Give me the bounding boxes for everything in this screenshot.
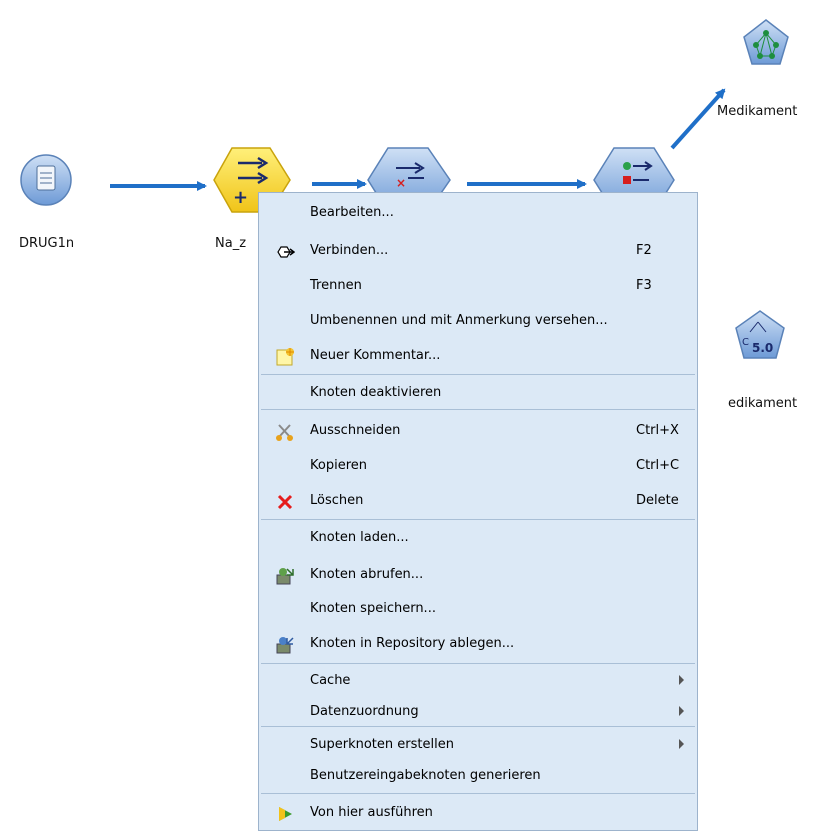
svg-text:C: C: [742, 337, 749, 348]
menu-separator: [261, 519, 695, 520]
run-icon: [275, 804, 295, 824]
menu-item-label: Von hier ausführen: [310, 805, 433, 820]
menu-item-label: Knoten in Repository ablegen...: [310, 636, 515, 651]
delete-icon: [275, 492, 295, 512]
menu-item-label: Benutzereingabeknoten generieren: [310, 768, 541, 783]
menu-item-edit[interactable]: Bearbeiten...: [259, 196, 697, 230]
connection-arrow: [670, 88, 726, 150]
menu-item-label: Ausschneiden: [310, 423, 401, 438]
model-bottom-label: edikament: [728, 396, 798, 411]
menu-item-label: Superknoten erstellen: [310, 737, 454, 752]
menu-item-retrieve-node[interactable]: Knoten abrufen...: [259, 558, 697, 592]
menu-item-copy[interactable]: Kopieren Ctrl+C: [259, 449, 697, 483]
menu-item-label: Cache: [310, 673, 351, 688]
menu-separator: [261, 793, 695, 794]
svg-text:×: ×: [396, 176, 406, 190]
context-menu: Bearbeiten... Verbinden... F2 Trennen F3…: [258, 192, 698, 831]
retrieve-icon: [275, 566, 295, 586]
menu-item-load-node[interactable]: Knoten laden...: [259, 521, 697, 555]
menu-item-label: Bearbeiten...: [310, 205, 394, 220]
scissors-icon: [275, 422, 295, 442]
menu-separator: [261, 374, 695, 375]
menu-item-label: Neuer Kommentar...: [310, 348, 441, 363]
menu-item-connect[interactable]: Verbinden... F2: [259, 234, 697, 268]
menu-item-label: Kopieren: [310, 458, 367, 473]
menu-item-shortcut: F2: [636, 243, 652, 258]
menu-item-label: Knoten deaktivieren: [310, 385, 442, 400]
c50-model-node[interactable]: C 5.0: [735, 310, 785, 359]
source-node[interactable]: [20, 154, 72, 206]
menu-item-label: Knoten laden...: [310, 530, 409, 545]
source-node-label: DRUG1n: [19, 236, 75, 251]
derive-node-label: Na_z: [215, 236, 247, 251]
menu-item-new-comment[interactable]: Neuer Kommentar...: [259, 339, 697, 373]
menu-item-label: Umbenennen und mit Anmerkung versehen...: [310, 313, 608, 328]
menu-separator: [261, 409, 695, 410]
menu-item-save-node[interactable]: Knoten speichern...: [259, 592, 697, 626]
menu-item-label: Löschen: [310, 493, 364, 508]
menu-item-disable-node[interactable]: Knoten deaktivieren: [259, 376, 697, 410]
menu-item-shortcut: Delete: [636, 493, 679, 508]
menu-separator: [261, 726, 695, 727]
menu-item-rename[interactable]: Umbenennen und mit Anmerkung versehen...: [259, 304, 697, 338]
comment-icon: [275, 347, 295, 367]
menu-item-shortcut: Ctrl+C: [636, 458, 680, 473]
menu-item-data-mapping[interactable]: Datenzuordnung: [259, 695, 697, 729]
menu-item-run-from-here[interactable]: Von hier ausführen: [259, 796, 697, 830]
menu-item-shortcut: Ctrl+X: [636, 423, 679, 438]
neural-net-model-node[interactable]: [743, 19, 789, 65]
menu-item-cache[interactable]: Cache: [259, 664, 697, 698]
menu-item-delete[interactable]: Löschen Delete: [259, 484, 697, 518]
submenu-arrow-icon: [679, 706, 684, 716]
menu-item-label: Trennen: [310, 278, 362, 293]
menu-item-generate-user-input[interactable]: Benutzereingabeknoten generieren: [259, 759, 697, 793]
connect-icon: [275, 242, 296, 262]
svg-text:5.0: 5.0: [752, 341, 773, 355]
store-icon: [275, 635, 295, 655]
menu-item-disconnect[interactable]: Trennen F3: [259, 269, 697, 303]
menu-item-label: Knoten abrufen...: [310, 567, 424, 582]
model-top-label: Medikament: [717, 104, 798, 119]
submenu-arrow-icon: [679, 675, 684, 685]
menu-item-cut[interactable]: Ausschneiden Ctrl+X: [259, 414, 697, 448]
menu-item-store-repository[interactable]: Knoten in Repository ablegen...: [259, 627, 697, 661]
menu-item-create-supernode[interactable]: Superknoten erstellen: [259, 728, 697, 762]
menu-item-label: Datenzuordnung: [310, 704, 419, 719]
menu-item-label: Knoten speichern...: [310, 601, 436, 616]
svg-text:+: +: [233, 187, 248, 208]
menu-item-shortcut: F3: [636, 278, 652, 293]
submenu-arrow-icon: [679, 739, 684, 749]
menu-item-label: Verbinden...: [310, 243, 389, 258]
